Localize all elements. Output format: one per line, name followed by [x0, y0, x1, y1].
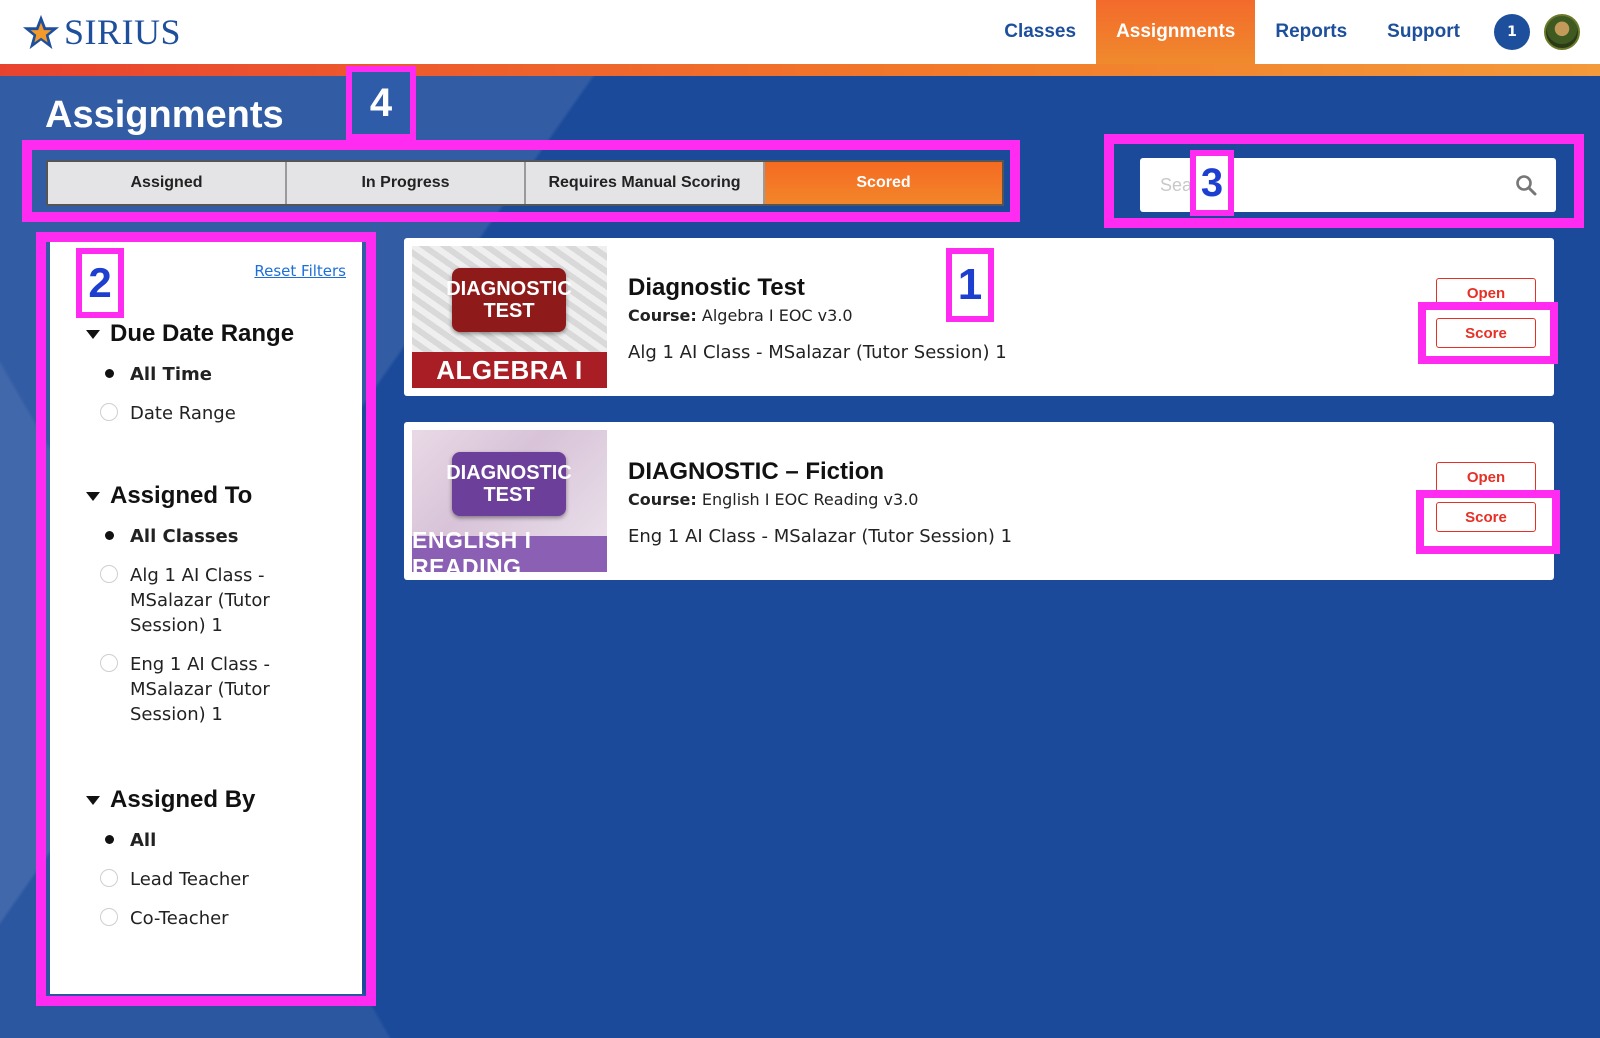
caret-down-icon — [86, 491, 100, 501]
thumbnail-badge: DIAGNOSTIC TEST — [446, 452, 572, 516]
thumbnail-banner: ENGLISH I READING — [412, 527, 607, 572]
thumbnail-badge-line2: TEST — [483, 484, 535, 506]
filter-assigned-by-header[interactable]: Assigned By — [86, 786, 290, 814]
filter-assigned-by-title: Assigned By — [110, 786, 256, 813]
star-logo-icon — [22, 14, 60, 50]
assignment-card: DIAGNOSTIC TEST ENGLISH I READING DIAGNO… — [404, 422, 1554, 580]
radio-all[interactable] — [100, 830, 118, 848]
annotation-number-4: 4 — [346, 66, 416, 140]
option-alg1-class[interactable]: Alg 1 AI Class - MSalazar (Tutor Session… — [100, 563, 290, 638]
option-lead-teacher[interactable]: Lead Teacher — [100, 867, 290, 892]
open-button[interactable]: Open — [1436, 278, 1536, 308]
course-value: English I EOC Reading v3.0 — [701, 490, 919, 509]
nav-classes[interactable]: Classes — [984, 0, 1096, 64]
open-button[interactable]: Open — [1436, 462, 1536, 492]
filter-due-date: Due Date Range All Time Date Range — [86, 320, 294, 426]
radio-all-classes[interactable] — [100, 526, 118, 544]
annotation-number-2: 2 — [76, 248, 124, 318]
option-date-range[interactable]: Date Range — [100, 401, 294, 426]
assignment-class: Alg 1 AI Class - MSalazar (Tutor Session… — [628, 342, 1007, 363]
radio-co-teacher[interactable] — [100, 908, 118, 926]
annotation-number-3: 3 — [1190, 150, 1234, 216]
user-avatar[interactable] — [1544, 14, 1580, 50]
search-icon[interactable] — [1514, 173, 1538, 197]
radio-lead-teacher[interactable] — [100, 869, 118, 887]
radio-all-time[interactable] — [100, 364, 118, 382]
assignment-course: Course: Algebra I EOC v3.0 — [628, 306, 853, 325]
option-eng1-class[interactable]: Eng 1 AI Class - MSalazar (Tutor Session… — [100, 652, 290, 727]
nav-support[interactable]: Support — [1367, 0, 1480, 64]
course-value: Algebra I EOC v3.0 — [701, 306, 853, 325]
annotation-number-1: 1 — [946, 248, 994, 322]
option-all-classes[interactable]: All Classes — [100, 524, 290, 549]
option-label: Date Range — [130, 403, 236, 424]
tab-in-progress[interactable]: In Progress — [287, 162, 526, 204]
assignment-thumbnail: DIAGNOSTIC TEST ENGLISH I READING — [412, 430, 607, 572]
course-label: Course: — [628, 490, 697, 509]
page-title: Assignments — [45, 94, 284, 136]
option-label: All — [130, 830, 157, 851]
radio-date-range[interactable] — [100, 403, 118, 421]
top-header: SIRIUS Classes Assignments Reports Suppo… — [0, 0, 1600, 64]
radio-alg1-class[interactable] — [100, 565, 118, 583]
nav-assignments[interactable]: Assignments — [1096, 0, 1256, 64]
option-co-teacher[interactable]: Co-Teacher — [100, 906, 290, 931]
status-tabs: Assigned In Progress Requires Manual Sco… — [46, 160, 1004, 206]
filter-sidebar: Reset Filters Due Date Range All Time Da… — [50, 242, 362, 994]
caret-down-icon — [86, 329, 100, 339]
thumbnail-badge: DIAGNOSTIC TEST — [446, 268, 572, 332]
caret-down-icon — [86, 795, 100, 805]
assignment-thumbnail: DIAGNOSTIC TEST ALGEBRA I — [412, 246, 607, 388]
assignment-title[interactable]: Diagnostic Test — [628, 274, 805, 302]
thumbnail-banner: ALGEBRA I — [412, 352, 607, 388]
filter-assigned-to-title: Assigned To — [110, 482, 253, 509]
filter-due-date-header[interactable]: Due Date Range — [86, 320, 294, 348]
assignment-class: Eng 1 AI Class - MSalazar (Tutor Session… — [628, 526, 1013, 547]
notification-badge[interactable]: 1 — [1494, 14, 1530, 50]
filter-assigned-to: Assigned To All Classes Alg 1 AI Class -… — [86, 482, 290, 727]
assignment-title[interactable]: DIAGNOSTIC – Fiction — [628, 458, 884, 486]
header-accent-stripe — [0, 64, 1600, 76]
tab-requires-manual-scoring[interactable]: Requires Manual Scoring — [526, 162, 765, 204]
score-button[interactable]: Score — [1436, 318, 1536, 348]
radio-eng1-class[interactable] — [100, 654, 118, 672]
nav-reports[interactable]: Reports — [1255, 0, 1367, 64]
thumbnail-badge-line1: DIAGNOSTIC — [446, 278, 572, 300]
option-label: Co-Teacher — [130, 908, 229, 929]
assignment-course: Course: English I EOC Reading v3.0 — [628, 490, 918, 509]
score-button[interactable]: Score — [1436, 502, 1536, 532]
option-label: All Time — [130, 364, 212, 385]
tab-scored[interactable]: Scored — [765, 162, 1002, 204]
main-nav: Classes Assignments Reports Support 1 — [984, 0, 1600, 64]
option-label: All Classes — [130, 526, 239, 547]
filter-due-date-title: Due Date Range — [110, 320, 295, 347]
course-label: Course: — [628, 306, 697, 325]
thumbnail-badge-line2: TEST — [483, 300, 535, 322]
thumbnail-badge-line1: DIAGNOSTIC — [446, 462, 572, 484]
option-all[interactable]: All — [100, 828, 290, 853]
logo-text: SIRIUS — [64, 12, 182, 52]
filter-assigned-to-header[interactable]: Assigned To — [86, 482, 290, 510]
sirius-logo[interactable]: SIRIUS — [22, 12, 181, 52]
filter-assigned-by: Assigned By All Lead Teacher Co-Teacher — [86, 786, 290, 931]
option-label: Lead Teacher — [130, 869, 249, 890]
tab-assigned[interactable]: Assigned — [48, 162, 287, 204]
option-label: Eng 1 AI Class - MSalazar (Tutor Session… — [130, 654, 271, 725]
option-label: Alg 1 AI Class - MSalazar (Tutor Session… — [130, 565, 270, 636]
option-all-time[interactable]: All Time — [100, 362, 294, 387]
reset-filters-link[interactable]: Reset Filters — [254, 262, 346, 280]
